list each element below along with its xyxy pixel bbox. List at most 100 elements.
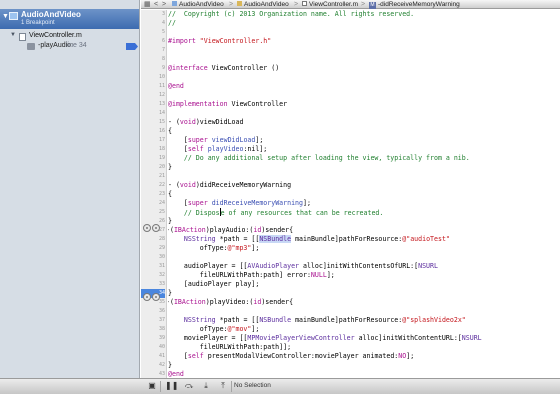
line-number[interactable]: 9 [141, 64, 165, 73]
grid-icon[interactable]: ▦ [144, 0, 151, 9]
disclosure-triangle-icon[interactable]: ▼ [2, 13, 9, 20]
line-number[interactable]: 40 [141, 343, 165, 352]
breadcrumb-separator: > [294, 1, 299, 8]
breadcrumb-project[interactable]: AudioAndVideo [172, 0, 224, 9]
line-number[interactable]: 17 [141, 136, 165, 145]
line-number[interactable]: 18 [141, 145, 165, 154]
code-line: [self playVideo:nil]; [168, 145, 268, 153]
line-number[interactable]: 15 [141, 118, 165, 127]
line-number[interactable]: 30 [141, 253, 165, 262]
step-over-icon[interactable]: ⤼ [183, 381, 195, 391]
code-line: @end [168, 370, 184, 378]
line-number[interactable]: 7 [141, 46, 165, 55]
line-number[interactable]: 25 [141, 208, 165, 217]
forward-icon[interactable]: > [162, 0, 166, 9]
line-number[interactable]: 42 [141, 361, 165, 370]
code-line: [super didReceiveMemoryWarning]; [168, 199, 311, 207]
line-number[interactable]: 13 [141, 100, 165, 109]
line-number[interactable]: 14 [141, 109, 165, 118]
line-number[interactable]: 29 [141, 244, 165, 253]
ibaction-connection-icon[interactable] [152, 293, 160, 301]
breakpoint-line: line 34 [66, 42, 87, 49]
code-line: } [168, 217, 172, 225]
code-line: NSString *path = [[NSBundle mainBundle]p… [183, 316, 466, 324]
breadcrumb-separator: > [361, 1, 366, 8]
line-number[interactable]: 41 [141, 352, 165, 361]
line-number-gutter[interactable]: 3 4 5 6 7 8 9 10 11 12 13 14 15 16 17 18 19 20 21 22 23 24 25 2… [141, 10, 167, 378]
project-name: AudioAndVideo [21, 10, 81, 19]
code-line: NSString *path = [[NSBundle mainBundle]p… [183, 235, 450, 243]
code-line: @interface ViewController () [168, 64, 280, 72]
line-number[interactable]: 24 [141, 199, 165, 208]
line-number[interactable]: 22 [141, 181, 165, 190]
line-number[interactable]: 43 [141, 370, 165, 378]
code-line: // [168, 19, 176, 27]
line-number[interactable]: 11 [141, 82, 165, 91]
code-line: fileURLWithPath:path] error:NULL]; [168, 271, 335, 279]
breadcrumb-method[interactable]: M -didReceiveMemoryWarning [369, 0, 460, 9]
line-number[interactable]: 37 [141, 316, 165, 325]
code-line: // Do any additional setup after loading… [168, 154, 470, 162]
line-number[interactable]: 33 [141, 280, 165, 289]
line-number[interactable]: 23 [141, 190, 165, 199]
folder-icon [237, 1, 242, 6]
line-number[interactable]: 6 [141, 37, 165, 46]
code-line: [self presentModalViewController:moviePl… [168, 352, 415, 360]
project-icon [172, 1, 177, 6]
ibaction-connection-icon[interactable] [152, 224, 160, 232]
project-icon [9, 12, 18, 20]
line-number[interactable]: 21 [141, 172, 165, 181]
show-debug-area-icon[interactable]: ▣ [146, 381, 158, 391]
project-navigator: ▼ AudioAndVideo 1 Breakpoint ▼ ViewContr… [0, 0, 140, 394]
line-number[interactable]: 28 [141, 235, 165, 244]
line-number[interactable]: 3 [141, 10, 165, 19]
method-icon: M [369, 2, 376, 9]
line-number[interactable]: 16 [141, 127, 165, 136]
code-line: // Dispose of any resources that can be … [168, 208, 384, 217]
divider [160, 381, 161, 392]
code-line: @end [168, 82, 184, 90]
breakpoint-indicator-icon[interactable] [143, 293, 151, 301]
code-line: fileURLWithPath:path]]; [168, 343, 292, 351]
file-name: ViewController.m [29, 32, 82, 39]
project-row[interactable]: ▼ AudioAndVideo 1 Breakpoint [0, 9, 139, 29]
back-icon[interactable]: < [154, 0, 158, 9]
line-number[interactable]: 12 [141, 91, 165, 100]
disclosure-triangle-icon[interactable]: ▼ [10, 32, 16, 38]
line-number[interactable]: 20 [141, 163, 165, 172]
code-line: { [168, 127, 172, 135]
line-number[interactable]: 8 [141, 55, 165, 64]
code-line: - (void)viewDidLoad [168, 118, 244, 126]
line-number[interactable]: 31 [141, 262, 165, 271]
line-number[interactable]: 5 [141, 28, 165, 37]
breadcrumb-group[interactable]: AudioAndVideo [237, 0, 289, 9]
line-number[interactable]: 19 [141, 154, 165, 163]
line-number[interactable]: 38 [141, 325, 165, 334]
debug-bar: ▣ ❚❚ ⤼ ⤓ ⤒ ➤ No Selection [0, 378, 560, 394]
divider [231, 381, 232, 392]
line-number[interactable]: 32 [141, 271, 165, 280]
code-line: audioPlayer = [[AVAudioPlayer alloc]init… [168, 262, 438, 270]
source-file-icon [19, 33, 26, 41]
line-number[interactable]: 10 [141, 73, 165, 82]
pause-icon[interactable]: ❚❚ [165, 381, 178, 391]
source-editor[interactable]: // Copyright (c) 2013 Organization name.… [168, 10, 560, 378]
step-out-icon[interactable]: ⤒ [217, 381, 229, 391]
code-line: - (void)didReceiveMemoryWarning [168, 181, 292, 189]
status-text: No Selection [234, 382, 271, 389]
code-line: -(IBAction)playAudio:(id)sender{ [168, 226, 294, 234]
line-number[interactable]: 39 [141, 334, 165, 343]
code-line: { [168, 190, 172, 198]
code-line: } [168, 163, 172, 171]
breakpoint-indicator-icon[interactable] [143, 224, 151, 232]
breadcrumb-file[interactable]: ViewController.m [302, 0, 358, 9]
breakpoint-row[interactable]: -playAudio: line 34 [0, 41, 139, 52]
breakpoint-marker-icon[interactable] [126, 43, 138, 50]
code-line: -(IBAction)playVideo:(id)sender{ [168, 298, 294, 306]
line-number[interactable]: 4 [141, 19, 165, 28]
line-number[interactable]: 36 [141, 307, 165, 316]
jump-bar: ▦ < > AudioAndVideo > AudioAndVideo > Vi… [141, 0, 560, 9]
step-in-icon[interactable]: ⤓ [200, 381, 212, 391]
code-line: } [168, 289, 172, 297]
method-icon [27, 43, 35, 50]
